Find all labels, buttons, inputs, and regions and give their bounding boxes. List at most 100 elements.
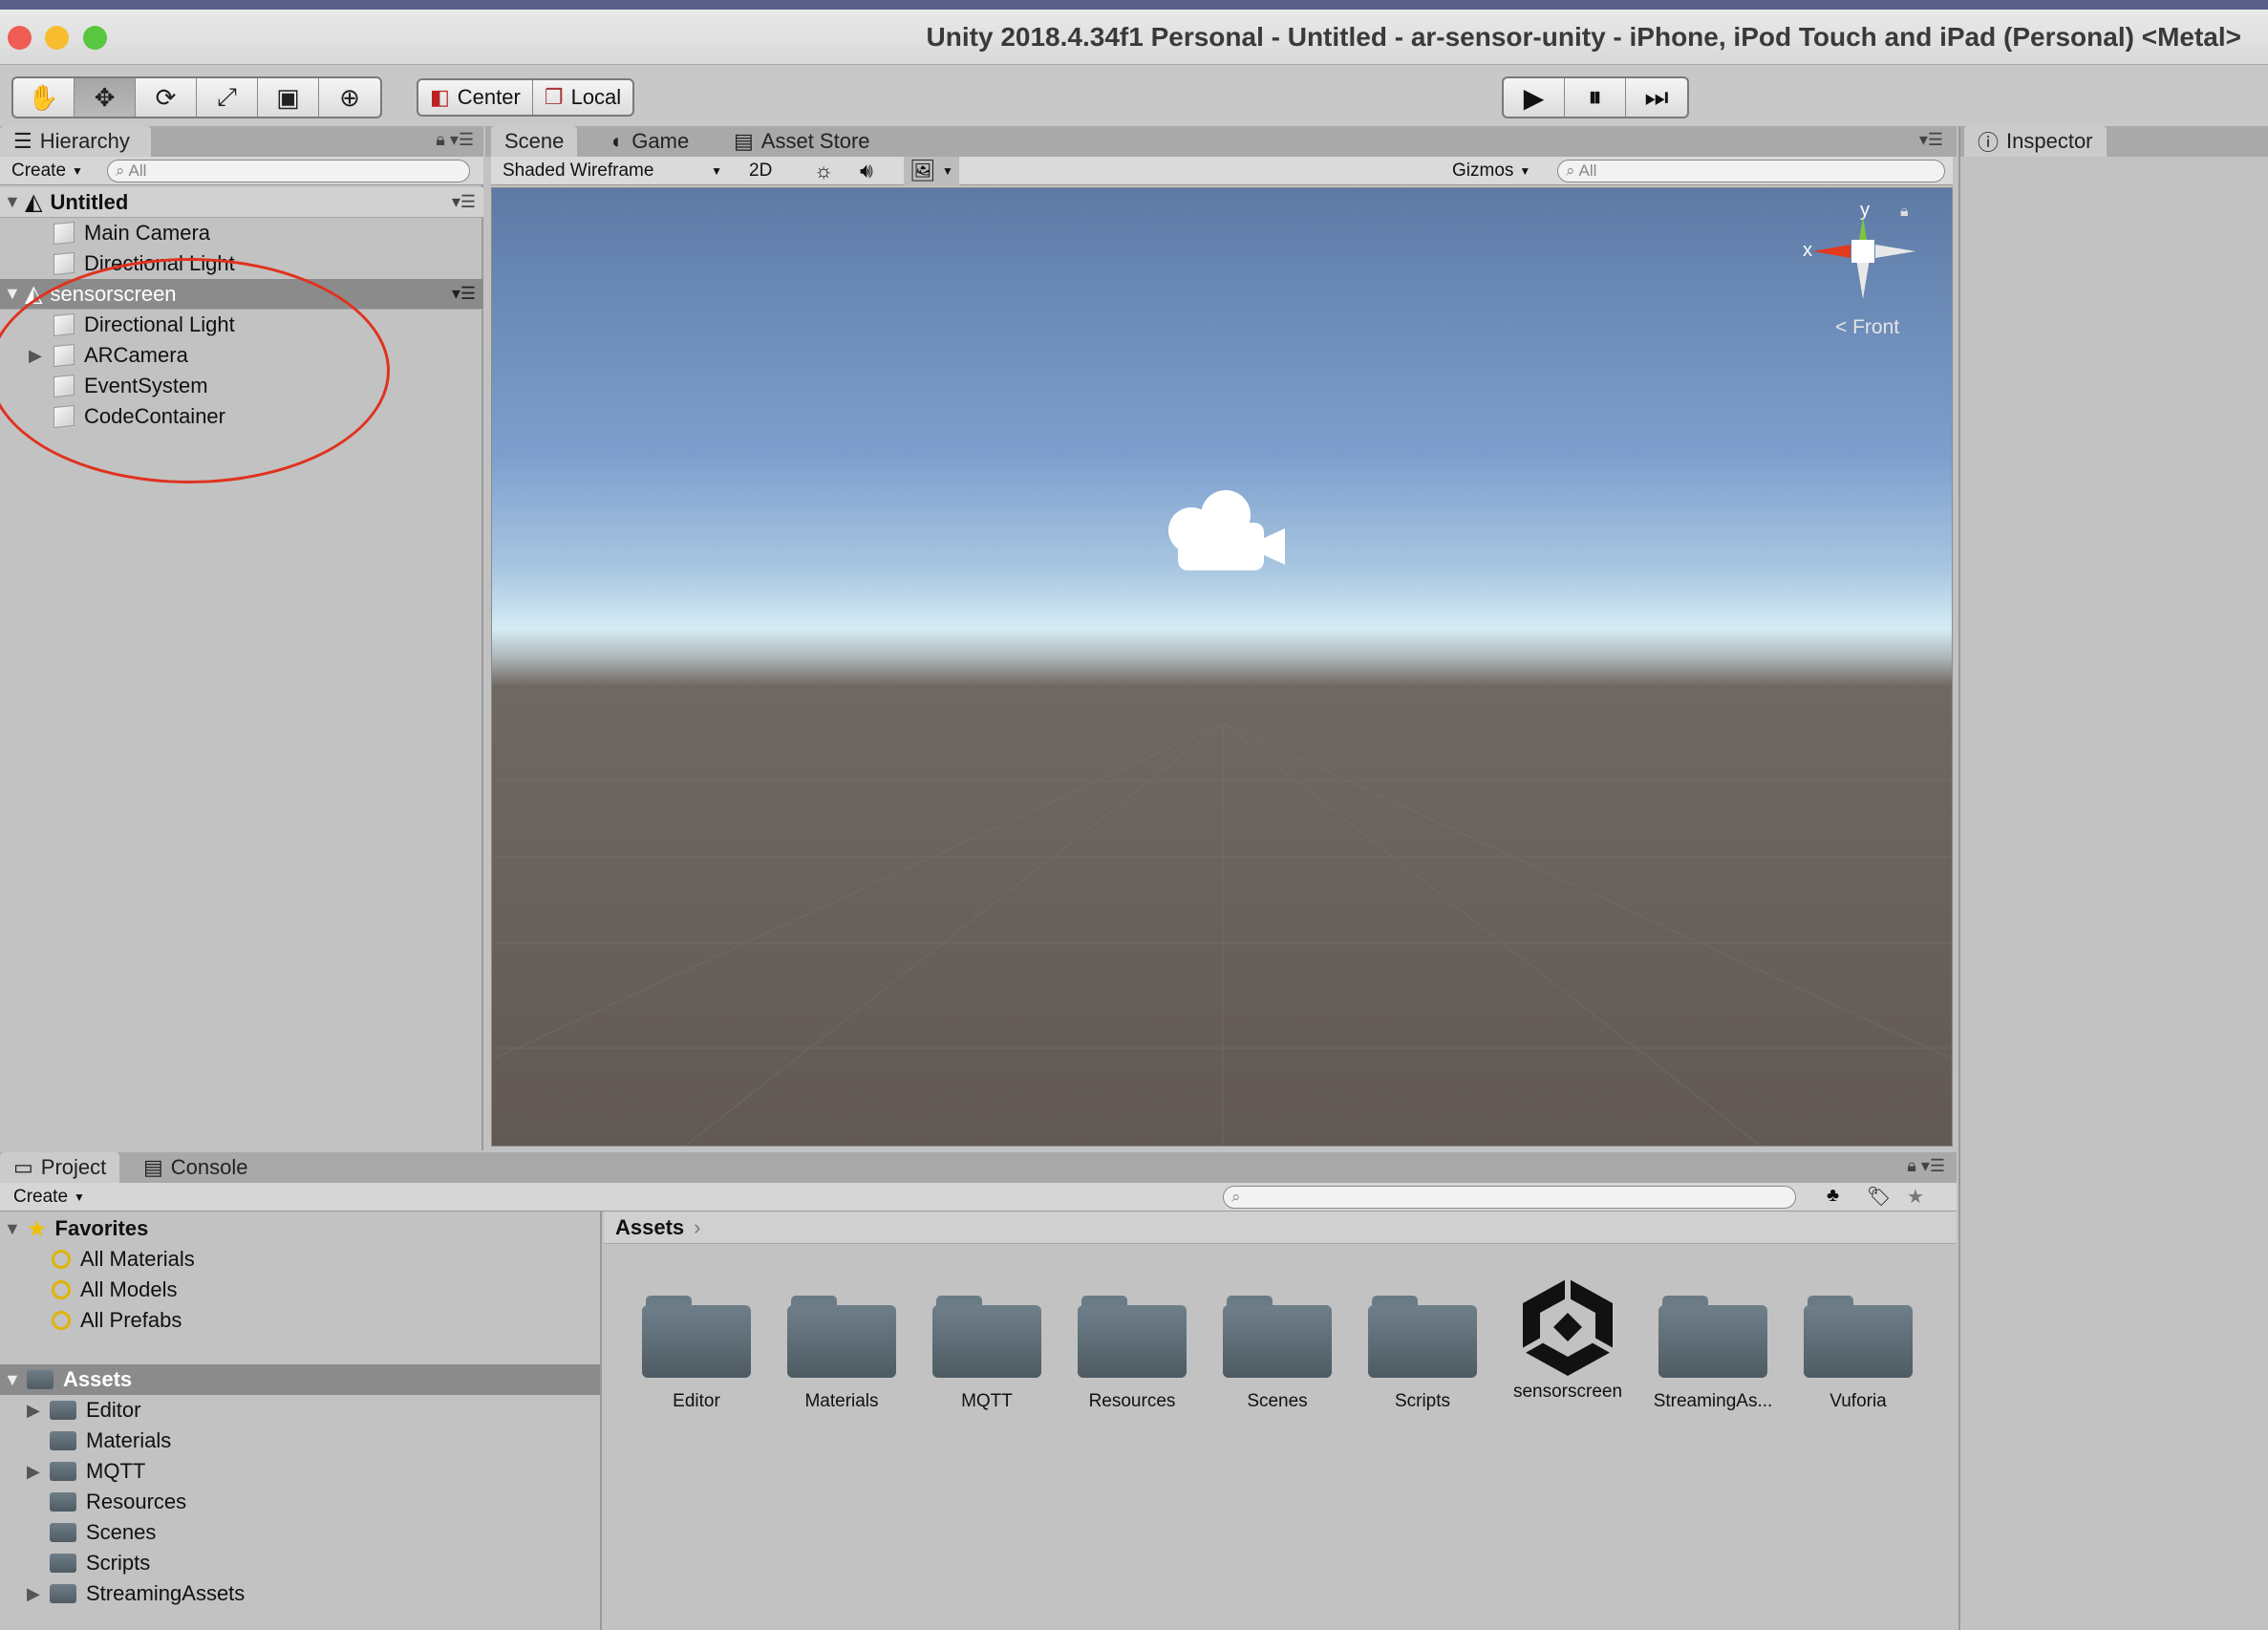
tab-asset-store[interactable]: ▤ Asset Store <box>720 126 884 157</box>
tab-project[interactable]: ▭ Project <box>0 1152 120 1183</box>
asset-label: sensorscreen <box>1512 1382 1623 1402</box>
hierarchy-create-dropdown[interactable]: Create ▼ <box>11 161 83 182</box>
folder-icon <box>50 1523 76 1542</box>
hierarchy-item[interactable]: CodeContainer <box>0 401 483 432</box>
scene-header-sensorscreen[interactable]: ▼ ◭ sensorscreen ▾☰ <box>0 279 483 310</box>
filter-label-icon[interactable]: 🏷︎ <box>1867 1185 1891 1209</box>
hierarchy-item[interactable]: ▶ ARCamera <box>0 340 483 371</box>
filter-type-icon[interactable]: ♣ <box>1827 1185 1839 1207</box>
asset-tile[interactable]: MQTT <box>915 1292 1059 1412</box>
image-icon: 🖼︎ <box>909 159 936 182</box>
pause-button[interactable]: ⏸ <box>1565 78 1626 117</box>
hand-icon: ✋ <box>28 82 59 112</box>
project-search-input[interactable]: ⌕ <box>1223 1186 1796 1209</box>
tree-folder[interactable]: Scenes <box>0 1517 600 1548</box>
asset-tile[interactable]: Scenes <box>1206 1292 1349 1412</box>
tab-scene[interactable]: Scene <box>491 126 578 157</box>
tab-hierarchy[interactable]: ☰ Hierarchy <box>0 126 151 157</box>
hierarchy-tabbar: ☰ Hierarchy 🔒︎ ▾☰ <box>0 126 483 157</box>
folder-icon <box>50 1431 76 1450</box>
move-tool-button[interactable]: ✥ <box>75 78 136 117</box>
shading-mode-dropdown[interactable]: Shaded Wireframe ▼ <box>503 161 722 182</box>
zoom-window-button[interactable] <box>83 26 107 50</box>
asset-tile[interactable]: sensorscreen <box>1496 1275 1639 1403</box>
hand-tool-button[interactable]: ✋ <box>13 78 75 117</box>
scene-header-untitled[interactable]: ▼ ◭ Untitled ▾☰ <box>0 187 483 218</box>
hierarchy-item[interactable]: Directional Light <box>0 248 483 279</box>
hierarchy-tree: ▼ ◭ Untitled ▾☰ Main Camera Directional … <box>0 185 483 568</box>
favorites-label: Favorites <box>54 1216 149 1240</box>
favorites-header[interactable]: ▼ ★ Favorites <box>0 1213 600 1244</box>
hierarchy-item[interactable]: Directional Light <box>0 310 483 340</box>
window-title: Unity 2018.4.34f1 Personal - Untitled - … <box>926 22 2241 52</box>
rect-icon: ▣ <box>276 82 300 112</box>
lock-menu-icon[interactable]: 🔒︎ ▾☰ <box>436 130 474 150</box>
pivot-local-button[interactable]: ❒ Local <box>533 80 632 115</box>
chevron-right-icon: › <box>694 1214 701 1239</box>
favorite-label: All Prefabs <box>80 1308 182 1332</box>
asset-tile[interactable]: StreamingAs... <box>1641 1292 1785 1412</box>
folder-icon <box>50 1401 76 1420</box>
tab-inspector[interactable]: ⓘ Inspector <box>1964 126 2107 157</box>
asset-label: Editor <box>673 1391 720 1411</box>
scene-menu-icon[interactable]: ▾☰ <box>452 284 476 304</box>
lock-menu-icon[interactable]: 🔒︎ ▾☰ <box>1907 1156 1945 1176</box>
star-icon: ★ <box>27 1215 48 1242</box>
minimize-window-button[interactable] <box>45 26 69 50</box>
gizmos-dropdown[interactable]: Gizmos ▼ <box>1452 161 1530 182</box>
tab-console[interactable]: ▤ Console <box>130 1152 262 1183</box>
breadcrumb-assets[interactable]: Assets <box>615 1215 684 1240</box>
rotate-tool-button[interactable]: ⟳ <box>136 78 197 117</box>
console-icon: ▤ <box>143 1155 163 1179</box>
pivot-center-button[interactable]: ◧ Center <box>418 80 533 115</box>
close-window-button[interactable] <box>8 26 32 50</box>
rect-tool-button[interactable]: ▣ <box>258 78 319 117</box>
dropdown-arrow-icon: ▼ <box>74 1190 85 1204</box>
search-icon: ⌕ <box>1231 1188 1241 1206</box>
scale-tool-button[interactable]: ⤢ <box>197 78 258 117</box>
asset-tile[interactable]: Materials <box>770 1292 913 1412</box>
toggle-2d-button[interactable]: 2D <box>749 161 772 182</box>
tree-folder[interactable]: Materials <box>0 1426 600 1456</box>
asset-label: Scenes <box>1247 1391 1308 1411</box>
assets-root[interactable]: ▼ Assets <box>0 1364 600 1395</box>
panel-menu-icon[interactable]: ▾☰ <box>1919 130 1943 150</box>
tree-folder[interactable]: ▶ MQTT <box>0 1456 600 1487</box>
step-button[interactable]: ⏭ <box>1626 78 1687 117</box>
tab-game[interactable]: ◐ Game <box>598 126 702 157</box>
search-filter-icon <box>52 1280 71 1299</box>
audio-toggle[interactable]: 🔊︎ <box>860 159 873 183</box>
collapsed-arrow-icon[interactable]: ▶ <box>27 1462 44 1482</box>
play-button[interactable]: ▶ <box>1504 78 1565 117</box>
collapsed-arrow-icon[interactable]: ▶ <box>27 1584 44 1604</box>
collapsed-arrow-icon[interactable]: ▶ <box>29 346 46 366</box>
asset-tile[interactable]: Vuforia <box>1787 1292 1930 1412</box>
hierarchy-item[interactable]: Main Camera <box>0 218 483 248</box>
hierarchy-item[interactable]: EventSystem <box>0 371 483 401</box>
hierarchy-search-input[interactable]: ⌕ All <box>107 160 470 182</box>
tree-folder[interactable]: ▶ Editor <box>0 1395 600 1426</box>
favorite-item[interactable]: All Prefabs <box>0 1305 600 1336</box>
tree-folder[interactable]: ▶ StreamingAssets <box>0 1578 600 1609</box>
star-icon[interactable]: ★ <box>1907 1185 1924 1209</box>
folder-icon <box>50 1584 76 1603</box>
camera-gizmo-icon[interactable] <box>1161 484 1294 580</box>
favorite-item[interactable]: All Materials <box>0 1244 600 1275</box>
scene-viewport[interactable]: 🔒︎ y x < Front <box>491 187 1953 1147</box>
asset-tile[interactable]: Resources <box>1060 1292 1204 1412</box>
asset-tile[interactable]: Editor <box>625 1292 768 1412</box>
transform-tool-button[interactable]: ⊕ <box>319 78 380 117</box>
scene-search-input[interactable]: ⌕ All <box>1557 160 1945 182</box>
collapsed-arrow-icon[interactable]: ▶ <box>27 1401 44 1421</box>
orientation-gizmo[interactable]: 🔒︎ y x < Front <box>1791 200 1935 412</box>
tree-folder[interactable]: Resources <box>0 1487 600 1517</box>
tree-folder[interactable]: Scripts <box>0 1548 600 1578</box>
effects-toggle[interactable]: 🖼︎ ▼ <box>904 157 959 185</box>
pivot-toggles: ◧ Center ❒ Local <box>417 78 635 117</box>
view-label[interactable]: < Front <box>1835 316 1899 339</box>
favorite-item[interactable]: All Models <box>0 1275 600 1305</box>
project-create-dropdown[interactable]: Create ▼ <box>13 1187 85 1208</box>
asset-tile[interactable]: Scripts <box>1351 1292 1494 1412</box>
lighting-toggle[interactable]: ☼ <box>814 159 833 183</box>
scene-menu-icon[interactable]: ▾☰ <box>452 192 476 212</box>
